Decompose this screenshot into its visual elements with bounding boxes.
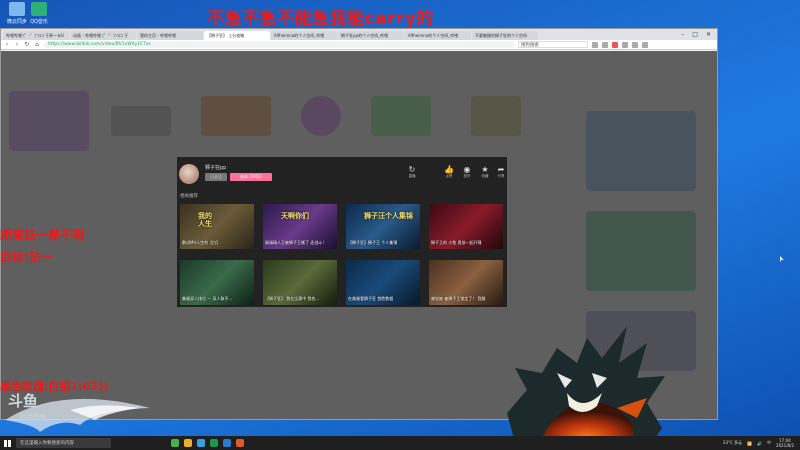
- video-caption: 【狮子狂】 我在比赛中 我也...: [265, 296, 320, 301]
- coin-icon: ◉: [463, 165, 471, 174]
- favorite-icon: ★: [481, 165, 489, 174]
- share-icon: ➦: [497, 165, 505, 174]
- avatar[interactable]: [179, 164, 199, 184]
- taskbar-app-icon[interactable]: [184, 439, 192, 447]
- extension-icon[interactable]: [592, 41, 598, 48]
- volume-icon[interactable]: 🔊: [757, 441, 762, 446]
- address-bar: ‹ › ↻ ⌂ https://www.bilibili.com/video/B…: [1, 40, 717, 50]
- stream-title-overlay: 不急不急不能急我能carry的: [207, 9, 434, 29]
- related-video-card[interactable]: 感觉被 被狮子王锁定了！ 我服: [429, 260, 503, 305]
- champion-artwork: [507, 326, 665, 450]
- browser-tab[interactable]: 不要敏捷的狮子狂的个人空间: [472, 31, 538, 40]
- video-caption: 【狮子狂】狮子王 个人集锦: [348, 240, 398, 245]
- taskbar-app-icon[interactable]: [210, 439, 218, 447]
- maximize-icon[interactable]: □: [692, 31, 698, 38]
- network-icon[interactable]: 📶: [747, 441, 752, 446]
- browser-tab[interactable]: 动画 - 哔哩哔哩 (゜-゜)つロ 干: [70, 31, 136, 40]
- start-button[interactable]: [0, 436, 14, 450]
- action-label: 收藏: [481, 174, 489, 178]
- language-indicator[interactable]: 中: [767, 440, 771, 446]
- browser-tab[interactable]: 哔哩哔哩 (゜-゜)つロ 干杯~-bili: [3, 31, 69, 40]
- clock[interactable]: 17:04 2021/8/2: [776, 438, 794, 448]
- related-video-card[interactable]: 美服双人排位 — 双人取不...: [180, 260, 254, 305]
- browser-tab[interactable]: 我的主页 - 哔哩哔哩: [137, 31, 203, 40]
- taskbar-app-icon[interactable]: [171, 439, 179, 447]
- thumbnail-overlay-text: 我的 人生: [198, 212, 212, 228]
- taskbar-search-input[interactable]: 在这里输入你要搜索的内容: [16, 438, 111, 448]
- taskbar: 在这里输入你要搜索的内容 33°C 多云 📶 🔊 中 17:04 2021/8/…: [0, 436, 800, 450]
- action-label: 分享: [497, 174, 505, 178]
- weather-status[interactable]: 33°C 多云: [723, 440, 742, 446]
- coin-button[interactable]: ◉ 投币: [460, 165, 474, 179]
- reload-icon[interactable]: ↻: [24, 41, 30, 48]
- uploader-name[interactable]: 狮子狂pp: [205, 164, 226, 171]
- app-icon: [31, 2, 47, 16]
- douyu-watermark: 斗鱼 10330040: [0, 380, 155, 442]
- app-icon: [9, 2, 25, 16]
- action-label: 点赞: [445, 174, 453, 178]
- browser-tab[interactable]: Alfheimna的个人空间_哔哩: [405, 31, 471, 40]
- tab-bar: 哔哩哔哩 (゜-゜)つロ 干杯~-bili 动画 - 哔哩哔哩 (゜-゜)つロ 干…: [1, 29, 717, 40]
- windows-icon: [3, 439, 11, 447]
- video-caption: 狮子王的 小鱼 男孩一起开锤: [431, 240, 482, 245]
- minimize-icon[interactable]: –: [681, 31, 684, 38]
- end-screen-modal: 狮子狂pp 已关注 充电 (5002) ↻ 重播 👍 点赞 ◉ 投币 ★ 收藏 ➦ 分享 相关推荐…: [177, 157, 507, 307]
- rank-note: 距离钻一差不明: [0, 228, 85, 242]
- window-controls: – □ ✕: [675, 31, 717, 40]
- related-video-card[interactable]: 天啊你们刚瑞瑞人王被狮子王撕了 还战斗！: [263, 204, 337, 249]
- followed-button[interactable]: 已关注: [205, 173, 227, 181]
- goal-note: 目标:钻一: [0, 250, 53, 264]
- back-icon[interactable]: ‹: [4, 41, 10, 48]
- related-videos-label: 相关推荐: [180, 194, 198, 199]
- menu-icon[interactable]: [642, 41, 648, 48]
- extension-icon[interactable]: [632, 41, 638, 48]
- replay-button[interactable]: ↻ 重播: [405, 165, 419, 179]
- extension-icon[interactable]: [602, 41, 608, 48]
- charge-button[interactable]: 充电 (5002): [230, 173, 272, 181]
- clock-date: 2021/8/2: [776, 443, 794, 448]
- video-caption: 感觉被 被狮子王锁定了！ 我服: [431, 296, 486, 301]
- related-video-card[interactable]: 【狮子狂】 我在比赛中 我也...: [263, 260, 337, 305]
- video-caption: 刚瑞瑞人王被狮子王撕了 还战斗！: [265, 240, 327, 245]
- watermark-room-id: 10330040: [20, 414, 46, 420]
- url-input[interactable]: https://www.bilibili.com/video/BV1xW4y1E…: [44, 41, 514, 48]
- related-video-card[interactable]: 我的 人生歌词MV人生的【白】: [180, 204, 254, 249]
- favorite-button[interactable]: ★ 收藏: [478, 165, 492, 179]
- forward-icon[interactable]: ›: [14, 41, 20, 48]
- home-icon[interactable]: ⌂: [34, 41, 40, 48]
- related-video-card[interactable]: 狮子王的 小鱼 男孩一起开锤: [429, 204, 503, 249]
- video-caption: 歌词MV人生的【白】: [182, 240, 221, 245]
- taskbar-app-icon[interactable]: [197, 439, 205, 447]
- thumbnail-overlay-text: 狮子汪个人集锦: [364, 212, 413, 220]
- close-icon[interactable]: ✕: [706, 31, 711, 38]
- video-caption: 美服双人排位 — 双人取不...: [182, 296, 233, 301]
- like-button[interactable]: 👍 点赞: [442, 165, 456, 179]
- replay-icon: ↻: [408, 165, 416, 174]
- system-tray: 33°C 多云 📶 🔊 中 17:04 2021/8/2: [723, 438, 800, 448]
- action-label: 投币: [463, 174, 471, 178]
- action-label: 重播: [408, 174, 416, 178]
- browser-search-input[interactable]: 搜狗搜索: [518, 41, 588, 48]
- desktop-icon-1[interactable]: QQ音乐: [24, 2, 54, 30]
- browser-tab[interactable]: 【狮子狂】 上分攻略: [204, 31, 270, 40]
- browser-tab[interactable]: Alfheimna的个人空间_哔哩: [271, 31, 337, 40]
- browser-tab[interactable]: 狮子狂pp的个人空间_哔哩: [338, 31, 404, 40]
- extension-icon[interactable]: [612, 41, 618, 48]
- taskbar-app-icon[interactable]: [223, 439, 231, 447]
- watermark-brand: 斗鱼: [8, 392, 39, 410]
- related-video-card[interactable]: 在美服看狮子狂 首胜数据: [346, 260, 420, 305]
- desktop-icon-label: QQ音乐: [30, 19, 48, 25]
- video-caption: 在美服看狮子狂 首胜数据: [348, 296, 394, 301]
- thumbnail-overlay-text: 天啊你们: [281, 212, 309, 220]
- like-icon: 👍: [444, 165, 454, 174]
- share-button[interactable]: ➦ 分享: [494, 165, 508, 179]
- taskbar-app-icon[interactable]: [236, 439, 244, 447]
- related-video-card[interactable]: 狮子汪个人集锦【狮子狂】狮子王 个人集锦: [346, 204, 420, 249]
- extension-icon[interactable]: [622, 41, 628, 48]
